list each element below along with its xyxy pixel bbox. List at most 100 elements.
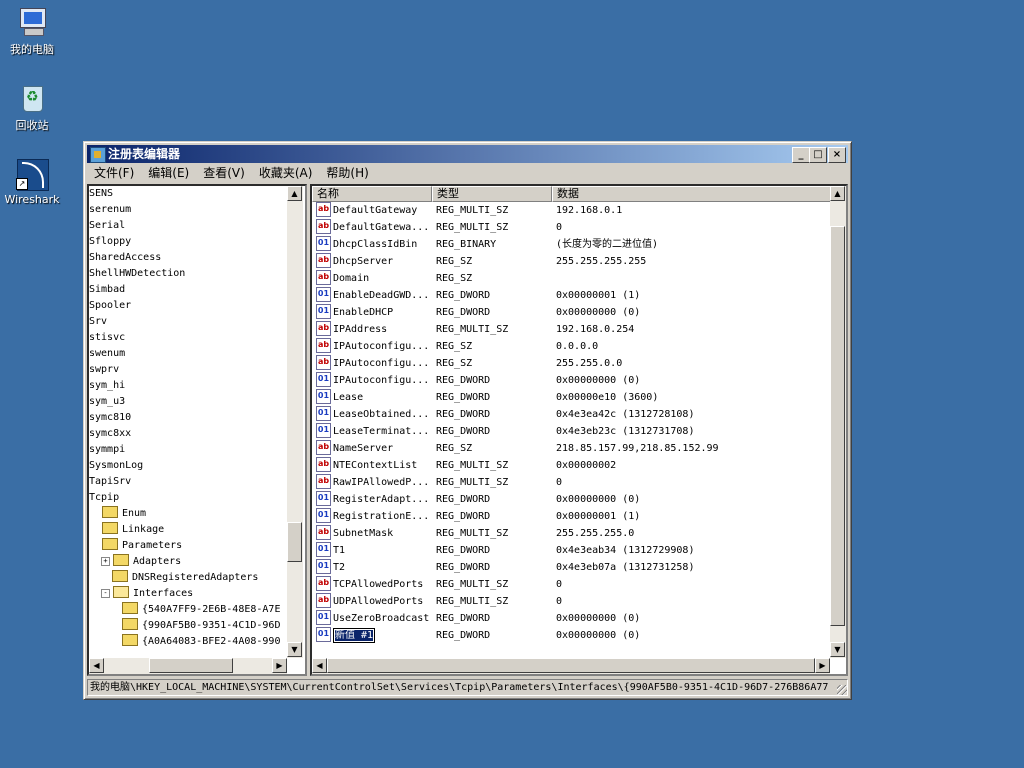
scroll-down-arrow-icon[interactable]: ▼ <box>287 642 302 657</box>
maximize-button[interactable]: □ <box>809 147 827 163</box>
tree-node[interactable]: Tcpip <box>89 490 287 506</box>
menu-view[interactable]: 查看(V) <box>196 164 252 183</box>
tree-node-label: Tcpip <box>89 492 120 503</box>
value-row[interactable]: 01 DhcpClassIdBin REG_BINARY (长度为零的二进位值) <box>312 236 830 253</box>
list-vertical-scrollbar[interactable]: ▲ ▼ <box>830 186 846 658</box>
value-row[interactable]: ab DefaultGatewa... REG_MULTI_SZ 0 <box>312 219 830 236</box>
desktop-icon-my-computer[interactable]: 我的电脑 <box>0 6 64 57</box>
value-name-cell: 01 RegistrationE... <box>316 508 432 525</box>
tree-node[interactable]: Parameters <box>89 538 287 554</box>
scroll-left-arrow-icon[interactable]: ◀ <box>89 658 104 673</box>
menu-file[interactable]: 文件(F) <box>87 164 141 183</box>
menu-favorites[interactable]: 收藏夹(A) <box>252 164 320 183</box>
minimize-button[interactable]: _ <box>792 147 810 163</box>
value-row[interactable]: ab DhcpServer REG_SZ 255.255.255.255 <box>312 253 830 270</box>
value-row[interactable]: 01 RegisterAdapt... REG_DWORD 0x00000000 (0… <box>312 491 830 508</box>
tree-node[interactable]: TapiSrv <box>89 474 287 490</box>
tree-node[interactable]: SharedAccess <box>89 250 287 266</box>
tree-node[interactable]: ShellHWDetection <box>89 266 287 282</box>
rename-input[interactable]: 新值 #1 <box>333 628 376 643</box>
value-row[interactable]: ab NTEContextList REG_MULTI_SZ 0x00000002 <box>312 457 830 474</box>
value-row[interactable]: 01 LeaseObtained... REG_DWORD 0x4e3ea42c (1… <box>312 406 830 423</box>
tree-horizontal-scrollbar[interactable]: ◀ ▶ <box>89 658 287 674</box>
tree-node[interactable]: SENS <box>89 186 287 202</box>
tree-node-label: SENS <box>89 188 114 199</box>
value-row[interactable]: ab TCPAllowedPorts REG_MULTI_SZ 0 <box>312 576 830 593</box>
list-scroll-thumb[interactable] <box>830 226 845 626</box>
tree-node[interactable]: sym_hi <box>89 378 287 394</box>
value-row[interactable]: 01 新值 #1 REG_DWORD 0x00000000 (0) <box>312 627 830 644</box>
value-row[interactable]: ab IPAutoconfigu... REG_SZ 0.0.0.0 <box>312 338 830 355</box>
tree-node[interactable]: symmpi <box>89 442 287 458</box>
value-row[interactable]: 01 T2 REG_DWORD 0x4e3eb07a (1312731258) <box>312 559 830 576</box>
tree-node[interactable]: SysmonLog <box>89 458 287 474</box>
tree-vertical-scrollbar[interactable]: ▲ ▼ <box>287 186 303 658</box>
tree-node[interactable]: stisvc <box>89 330 287 346</box>
value-row[interactable]: ab IPAddress REG_MULTI_SZ 192.168.0.254 <box>312 321 830 338</box>
resize-grip-icon[interactable] <box>837 685 847 695</box>
value-row[interactable]: ab RawIPAllowedP... REG_MULTI_SZ 0 <box>312 474 830 491</box>
scroll-up-arrow-icon[interactable]: ▲ <box>830 186 845 201</box>
tree-node[interactable]: {540A7FF9-2E6B-48E8-A7E <box>89 602 287 618</box>
tree-node[interactable]: swenum <box>89 346 287 362</box>
tree-node[interactable]: {A0A64083-BFE2-4A08-990 <box>89 634 287 646</box>
tree-node[interactable]: Spooler <box>89 298 287 314</box>
tree-node[interactable]: {990AF5B0-9351-4C1D-96D <box>89 618 287 634</box>
collapse-icon[interactable]: - <box>101 588 110 598</box>
tree-node[interactable]: DNSRegisteredAdapters <box>89 570 287 586</box>
value-row[interactable]: 01 RegistrationE... REG_DWORD 0x00000001 (1… <box>312 508 830 525</box>
value-row[interactable]: 01 EnableDHCP REG_DWORD 0x00000000 (0) <box>312 304 830 321</box>
tree-node[interactable]: swprv <box>89 362 287 378</box>
string-value-icon: ab <box>316 321 331 336</box>
tree-node[interactable]: symc810 <box>89 410 287 426</box>
menu-edit[interactable]: 编辑(E) <box>141 164 196 183</box>
tree-node[interactable]: sym_u3 <box>89 394 287 410</box>
value-data-cell: 0.0.0.0 <box>556 341 599 352</box>
menu-help[interactable]: 帮助(H) <box>319 164 375 183</box>
value-row[interactable]: ab SubnetMask REG_MULTI_SZ 255.255.255.0 <box>312 525 830 542</box>
value-row[interactable]: ab NameServer REG_SZ 218.85.157.99,218.85.1… <box>312 440 830 457</box>
value-row[interactable]: ab DefaultGateway REG_MULTI_SZ 192.168.0.1 <box>312 202 830 219</box>
scroll-right-arrow-icon[interactable]: ▶ <box>272 658 287 673</box>
value-row[interactable]: 01 IPAutoconfigu... REG_DWORD 0x00000000 (0… <box>312 372 830 389</box>
tree-scroll-thumb[interactable] <box>287 522 302 562</box>
values-list-pane[interactable]: 名称 类型 数据 ab DefaultGateway REG_MULTI_SZ 192… <box>310 184 848 676</box>
tree-node[interactable]: Serial <box>89 218 287 234</box>
value-row[interactable]: 01 LeaseTerminat... REG_DWORD 0x4e3eb23c (1… <box>312 423 830 440</box>
tree-node[interactable]: Linkage <box>89 522 287 538</box>
value-row[interactable]: 01 T1 REG_DWORD 0x4e3eab34 (1312729908) <box>312 542 830 559</box>
tree-node[interactable]: - Interfaces <box>89 586 287 602</box>
title-bar[interactable]: 注册表编辑器 _ □ × <box>87 145 848 163</box>
tree-hscroll-thumb[interactable] <box>149 658 233 673</box>
key-tree-pane[interactable]: SENS serenum Serial Sfloppy SharedAccess Shel… <box>87 184 307 676</box>
scroll-left-arrow-icon[interactable]: ◀ <box>312 658 327 673</box>
value-row[interactable]: ab UDPAllowedPorts REG_MULTI_SZ 0 <box>312 593 830 610</box>
tree-node[interactable]: Simbad <box>89 282 287 298</box>
value-row[interactable]: ab IPAutoconfigu... REG_SZ 255.255.0.0 <box>312 355 830 372</box>
list-horizontal-scrollbar[interactable]: ◀ ▶ <box>312 658 830 674</box>
value-row[interactable]: 01 EnableDeadGWD... REG_DWORD 0x00000001 (1… <box>312 287 830 304</box>
recycle-bin-icon <box>16 82 48 114</box>
desktop-icon-recycle-bin[interactable]: 回收站 <box>0 82 64 133</box>
close-button[interactable]: × <box>828 147 846 163</box>
desktop-icon-wireshark[interactable]: ↗ Wireshark <box>0 158 64 206</box>
tree-node[interactable]: symc8xx <box>89 426 287 442</box>
column-header-type[interactable]: 类型 <box>432 186 552 202</box>
expand-icon[interactable]: + <box>101 556 110 566</box>
tree-node[interactable]: + Adapters <box>89 554 287 570</box>
tree-node[interactable]: serenum <box>89 202 287 218</box>
tree-node[interactable]: Srv <box>89 314 287 330</box>
value-row[interactable]: ab Domain REG_SZ <box>312 270 830 287</box>
tree-node[interactable]: Sfloppy <box>89 234 287 250</box>
value-row[interactable]: 01 UseZeroBroadcast REG_DWORD 0x00000000 (0… <box>312 610 830 627</box>
list-hscroll-thumb[interactable] <box>327 658 815 673</box>
scroll-right-arrow-icon[interactable]: ▶ <box>815 658 830 673</box>
tree-node[interactable]: Enum <box>89 506 287 522</box>
scroll-up-arrow-icon[interactable]: ▲ <box>287 186 302 201</box>
tree-node-label: swprv <box>89 364 120 375</box>
column-header-name[interactable]: 名称 <box>312 186 432 202</box>
string-value-icon: ab <box>316 355 331 370</box>
scroll-down-arrow-icon[interactable]: ▼ <box>830 642 845 657</box>
column-header-data[interactable]: 数据 <box>552 186 832 202</box>
value-row[interactable]: 01 Lease REG_DWORD 0x00000e10 (3600) <box>312 389 830 406</box>
